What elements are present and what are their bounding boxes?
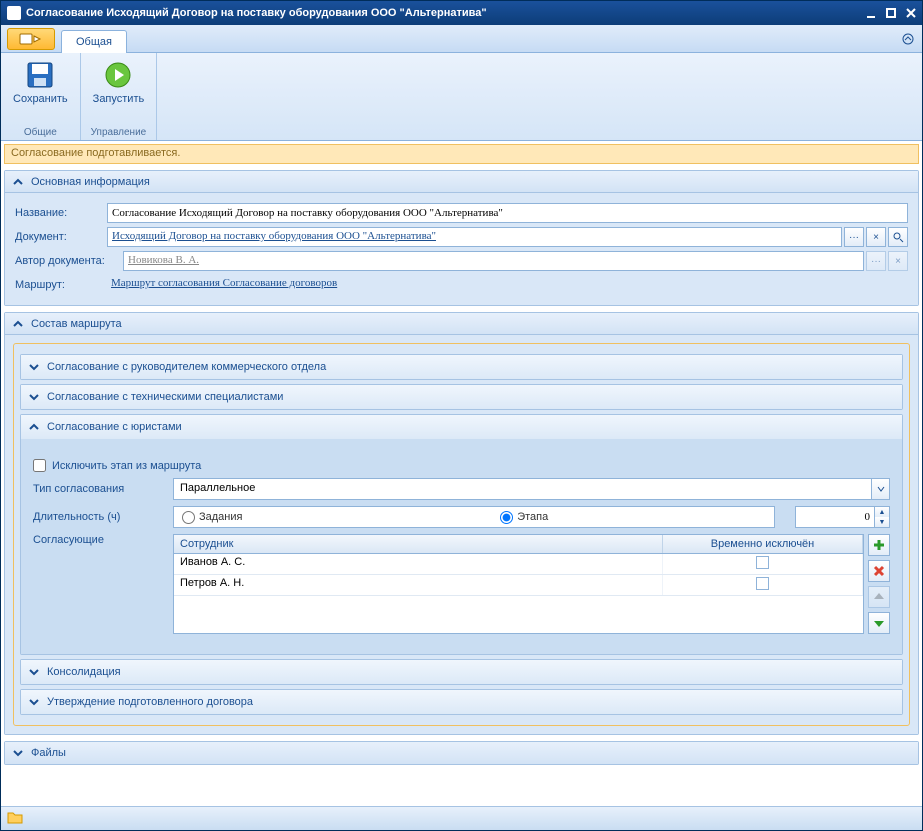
column-excluded[interactable]: Временно исключён	[663, 535, 863, 553]
document-link[interactable]: Исходящий Договор на поставку оборудован…	[107, 227, 842, 247]
statusbar	[1, 806, 922, 830]
play-icon	[102, 59, 134, 91]
step-label: Согласование с руководителем коммерческо…	[47, 361, 326, 373]
excluded-checkbox[interactable]	[756, 556, 769, 569]
author-clear-button[interactable]: ×	[888, 251, 908, 271]
panel-files-title: Файлы	[31, 747, 66, 759]
route-link[interactable]: Маршрут согласования Согласование догово…	[107, 275, 908, 295]
approval-type-label: Тип согласования	[33, 483, 173, 495]
chevron-down-icon	[27, 390, 41, 404]
chevron-down-icon	[27, 695, 41, 709]
document-clear-button[interactable]: ×	[866, 227, 886, 247]
titlebar: Согласование Исходящий Договор на постав…	[1, 1, 922, 25]
step-commercial[interactable]: Согласование с руководителем коммерческо…	[21, 355, 902, 379]
panel-files-header[interactable]: Файлы	[5, 742, 918, 764]
exclude-checkbox[interactable]: Исключить этап из маршрута	[33, 459, 201, 472]
folder-icon[interactable]	[7, 810, 23, 827]
chevron-up-icon	[11, 317, 25, 331]
excluded-checkbox[interactable]	[756, 577, 769, 590]
spin-up-button[interactable]: ▲	[875, 507, 889, 517]
minimize-button[interactable]	[862, 5, 880, 21]
panel-route-title: Состав маршрута	[31, 318, 122, 330]
maximize-button[interactable]	[882, 5, 900, 21]
chevron-down-icon	[871, 479, 889, 499]
add-row-button[interactable]	[868, 534, 890, 556]
approval-type-value: Параллельное	[174, 479, 871, 499]
chevron-down-icon	[11, 746, 25, 760]
chevron-up-icon	[11, 175, 25, 189]
radio-label: Задания	[199, 511, 242, 523]
table-row[interactable]: Петров А. Н.	[174, 575, 863, 596]
step-legal[interactable]: Согласование с юристами	[21, 415, 902, 439]
cell-employee: Иванов А. С.	[174, 554, 663, 574]
document-browse-button[interactable]: ···	[844, 227, 864, 247]
exclude-label: Исключить этап из маршрута	[52, 460, 201, 472]
duration-task-radio[interactable]: Задания	[182, 511, 242, 524]
cell-employee: Петров А. Н.	[174, 575, 663, 595]
step-technical[interactable]: Согласование с техническими специалистам…	[21, 385, 902, 409]
start-label: Запустить	[93, 93, 145, 105]
chevron-down-icon	[27, 360, 41, 374]
approvers-grid[interactable]: Сотрудник Временно исключён Иванов А. С.	[173, 534, 864, 634]
move-down-button[interactable]	[868, 612, 890, 634]
author-label: Автор документа:	[15, 255, 123, 267]
name-label: Название:	[15, 207, 107, 219]
step-consolidation[interactable]: Консолидация	[21, 660, 902, 684]
step-approval[interactable]: Утверждение подготовленного договора	[21, 690, 902, 714]
document-view-button[interactable]	[888, 227, 908, 247]
panel-main-info-header[interactable]: Основная информация	[5, 171, 918, 193]
ribbon-group-common: Общие	[24, 123, 57, 138]
route-label: Маршрут:	[15, 279, 107, 291]
name-input[interactable]	[107, 203, 908, 223]
route-steps: Согласование с руководителем коммерческо…	[13, 343, 910, 726]
duration-mode: Задания Этапа	[173, 506, 775, 528]
file-menu-button[interactable]	[7, 28, 55, 50]
tab-general[interactable]: Общая	[61, 30, 127, 53]
step-label: Согласование с юристами	[47, 421, 182, 433]
step-label: Консолидация	[47, 666, 121, 678]
panel-route: Состав маршрута Согласование с руководит…	[4, 312, 919, 735]
step-label: Утверждение подготовленного договора	[47, 696, 253, 708]
approvers-label: Согласующие	[33, 534, 173, 546]
app-icon	[7, 6, 21, 20]
table-row[interactable]: Иванов А. С.	[174, 554, 863, 575]
panel-files: Файлы	[4, 741, 919, 765]
spin-down-button[interactable]: ▼	[875, 517, 889, 527]
window-title: Согласование Исходящий Договор на постав…	[26, 7, 860, 19]
panel-main-info: Основная информация Название: Документ: …	[4, 170, 919, 306]
ribbon-collapse-button[interactable]	[900, 31, 916, 47]
save-icon	[24, 59, 56, 91]
column-employee[interactable]: Сотрудник	[174, 535, 663, 553]
move-up-button[interactable]	[868, 586, 890, 608]
author-browse-button[interactable]: ···	[866, 251, 886, 271]
panel-route-header[interactable]: Состав маршрута	[5, 313, 918, 335]
step-label: Согласование с техническими специалистам…	[47, 391, 283, 403]
chevron-down-icon	[27, 665, 41, 679]
ribbon-body: Сохранить Общие Запустить Управление	[1, 53, 922, 141]
document-label: Документ:	[15, 231, 107, 243]
radio-label: Этапа	[517, 511, 548, 523]
close-button[interactable]	[902, 5, 920, 21]
duration-label: Длительность (ч)	[33, 511, 173, 523]
approval-type-select[interactable]: Параллельное	[173, 478, 890, 500]
duration-input[interactable]	[795, 506, 875, 528]
ribbon-tabs: Общая	[1, 25, 922, 53]
panel-main-info-title: Основная информация	[31, 176, 150, 188]
ribbon-group-manage: Управление	[91, 123, 147, 138]
duration-stage-radio[interactable]: Этапа	[500, 511, 548, 524]
author-link[interactable]: Новикова В. А.	[123, 251, 864, 271]
start-button[interactable]: Запустить	[89, 57, 149, 107]
save-button[interactable]: Сохранить	[9, 57, 72, 107]
chevron-up-icon	[27, 420, 41, 434]
status-message: Согласование подготавливается.	[4, 144, 919, 164]
delete-row-button[interactable]	[868, 560, 890, 582]
tab-general-label: Общая	[76, 36, 112, 48]
save-label: Сохранить	[13, 93, 68, 105]
